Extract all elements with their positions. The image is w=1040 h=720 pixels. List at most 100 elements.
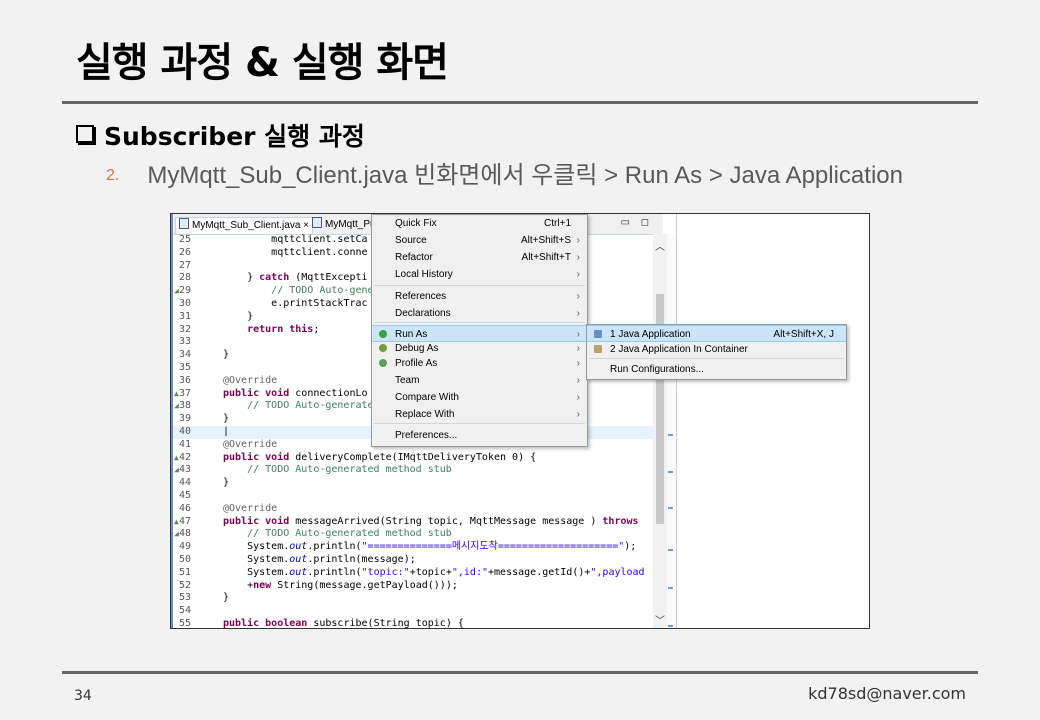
tab-label: MyMqtt_Sub_Client.java xyxy=(192,220,301,231)
author-email: kd78sd@naver.com xyxy=(808,684,966,703)
menu-item-compare-with[interactable]: Compare With › xyxy=(372,389,587,406)
line-number: 51 xyxy=(179,566,192,578)
section-label: Subscriber 실행 과정 xyxy=(104,122,365,151)
menu-item-declarations[interactable]: Declarations › xyxy=(372,305,587,322)
submenu-item-2-java-application-in-container[interactable]: 2 Java Application In Container xyxy=(587,341,846,358)
line-number: 28 xyxy=(179,272,192,284)
code-text: return this; xyxy=(247,323,320,335)
line-number: 52 xyxy=(179,579,192,591)
code-line[interactable]: 53} xyxy=(173,592,653,605)
code-text: public void deliveryComplete(IMqttDelive… xyxy=(223,451,537,463)
code-text: mqttclient.setCa xyxy=(271,234,368,245)
override-marker-icon: ◢ xyxy=(174,529,179,539)
tab-label: MyMqtt_Pu xyxy=(325,219,376,230)
line-number: 45 xyxy=(179,489,192,501)
line-number: 39 xyxy=(179,413,192,425)
tab-mymqtt-pub[interactable]: MyMqtt_Pu xyxy=(309,217,379,233)
scroll-down-icon[interactable]: ﹀ xyxy=(655,612,665,627)
page-number: 34 xyxy=(74,688,92,704)
override-marker-icon: ▲ xyxy=(174,516,179,526)
line-number: 43 xyxy=(179,464,192,476)
menu-item-label: Source xyxy=(395,235,427,246)
eclipse-screenshot: MyMqtt_Sub_Client.java × MyMqtt_Pu ▭ ◻ 2… xyxy=(170,213,870,629)
step-instruction: 2. MyMqtt_Sub_Client.java 빈화면에서 우클릭 > Run… xyxy=(106,155,903,190)
code-line[interactable]: 51 System.out.println("topic:"+topic+",i… xyxy=(173,567,653,580)
chevron-right-icon: › xyxy=(576,308,580,319)
code-line[interactable]: 42 ▲ public void deliveryComplete(IMqttDel… xyxy=(173,452,653,465)
code-line[interactable]: 45 xyxy=(173,490,653,503)
code-line[interactable]: 52 +new String(message.getPayload())); xyxy=(173,580,653,593)
submenu-item-run-configurations[interactable]: Run Configurations... xyxy=(587,361,846,378)
chevron-right-icon: › xyxy=(576,375,580,386)
chevron-right-icon: › xyxy=(576,252,580,263)
debug-icon xyxy=(379,344,387,352)
line-number: 42 xyxy=(179,451,192,463)
line-number: 29 xyxy=(179,285,192,297)
line-number: 47 xyxy=(179,515,192,527)
line-number: 32 xyxy=(179,323,192,335)
code-line[interactable]: 54 xyxy=(173,605,653,618)
menu-item-label: Refactor xyxy=(395,252,433,263)
menu-item-label: 2 Java Application In Container xyxy=(610,344,748,355)
code-line[interactable]: 46 @Override xyxy=(173,503,653,516)
line-number: 26 xyxy=(179,246,192,258)
line-number: 37 xyxy=(179,387,192,399)
code-text: @Override xyxy=(223,502,278,514)
menu-item-preferences[interactable]: Preferences... xyxy=(372,427,587,444)
line-number: 48 xyxy=(179,528,192,540)
run-icon xyxy=(379,330,387,338)
code-line[interactable]: 48 ◢ // TODO Auto-generated method stub xyxy=(173,528,653,541)
title-divider xyxy=(62,101,978,104)
chevron-right-icon: › xyxy=(576,409,580,420)
code-text: } xyxy=(223,413,230,425)
menu-item-label: Preferences... xyxy=(395,430,458,441)
menu-item-quick-fix[interactable]: Quick Fix Ctrl+1 xyxy=(372,215,587,232)
code-line[interactable]: 44} xyxy=(173,477,653,490)
code-text: System.out.println("topic:"+topic+",id:"… xyxy=(247,566,645,578)
menu-item-label: Profile As xyxy=(395,358,438,369)
code-line[interactable]: 43 ◢ // TODO Auto-generated method stub xyxy=(173,464,653,477)
line-number: 25 xyxy=(179,234,192,245)
code-text: public boolean subscribe(String topic) { xyxy=(223,617,464,629)
menu-item-team[interactable]: Team › xyxy=(372,372,587,389)
line-number: 53 xyxy=(179,592,192,604)
menu-item-label: Compare With xyxy=(395,392,459,403)
menu-item-label: Run Configurations... xyxy=(610,364,704,375)
code-line[interactable]: 50 System.out.println(message); xyxy=(173,554,653,567)
checkbox-bullet-icon xyxy=(76,125,94,143)
overview-ruler[interactable] xyxy=(667,234,675,628)
code-line[interactable]: 49 System.out.println("==============메시지… xyxy=(173,541,653,554)
side-panel xyxy=(676,214,869,628)
code-text: | xyxy=(223,425,230,437)
minimize-maximize-icon[interactable]: ▭ ◻ xyxy=(620,217,653,228)
menu-item-label: Quick Fix xyxy=(395,218,437,229)
menu-item-source[interactable]: Source Alt+Shift+S › xyxy=(372,232,587,249)
menu-item-profile-as[interactable]: Profile As › xyxy=(372,355,587,372)
menu-separator xyxy=(374,322,585,323)
menu-item-label: References xyxy=(395,291,447,302)
submenu-item-1-java-application[interactable]: 1 Java Application Alt+Shift+X, J xyxy=(587,325,846,342)
java-file-icon xyxy=(312,217,322,228)
step-text: MyMqtt_Sub_Client.java 빈화면에서 우클릭 > Run A… xyxy=(147,162,903,189)
code-line[interactable]: 55 public boolean subscribe(String topic)… xyxy=(173,617,653,629)
run-as-submenu: 1 Java Application Alt+Shift+X, J 2 Java A… xyxy=(586,324,847,380)
line-number: 44 xyxy=(179,477,192,489)
menu-item-local-history[interactable]: Local History › xyxy=(372,266,587,283)
menu-item-references[interactable]: References › xyxy=(372,288,587,305)
code-text: public void messageArrived(String topic,… xyxy=(223,515,639,527)
code-line[interactable]: 47 ▲ public void messageArrived(String top… xyxy=(173,516,653,529)
scroll-up-icon[interactable]: ︿ xyxy=(655,238,665,253)
container-icon xyxy=(594,345,602,353)
vertical-scrollbar[interactable]: ︿ ﹀ xyxy=(653,234,667,628)
code-text: @Override xyxy=(223,374,278,386)
code-text: } xyxy=(223,310,254,322)
menu-item-replace-with[interactable]: Replace With › xyxy=(372,406,587,423)
section-heading: Subscriber 실행 과정 xyxy=(76,117,365,153)
menu-item-label: Local History xyxy=(395,269,453,280)
chevron-right-icon: › xyxy=(576,235,580,246)
menu-shortcut: Alt+Shift+T xyxy=(521,252,571,263)
code-text: e.printStackTrac xyxy=(271,297,368,309)
tab-mymqtt-sub-client[interactable]: MyMqtt_Sub_Client.java × xyxy=(175,217,314,234)
menu-item-refactor[interactable]: Refactor Alt+Shift+T › xyxy=(372,249,587,266)
menu-separator xyxy=(374,285,585,286)
